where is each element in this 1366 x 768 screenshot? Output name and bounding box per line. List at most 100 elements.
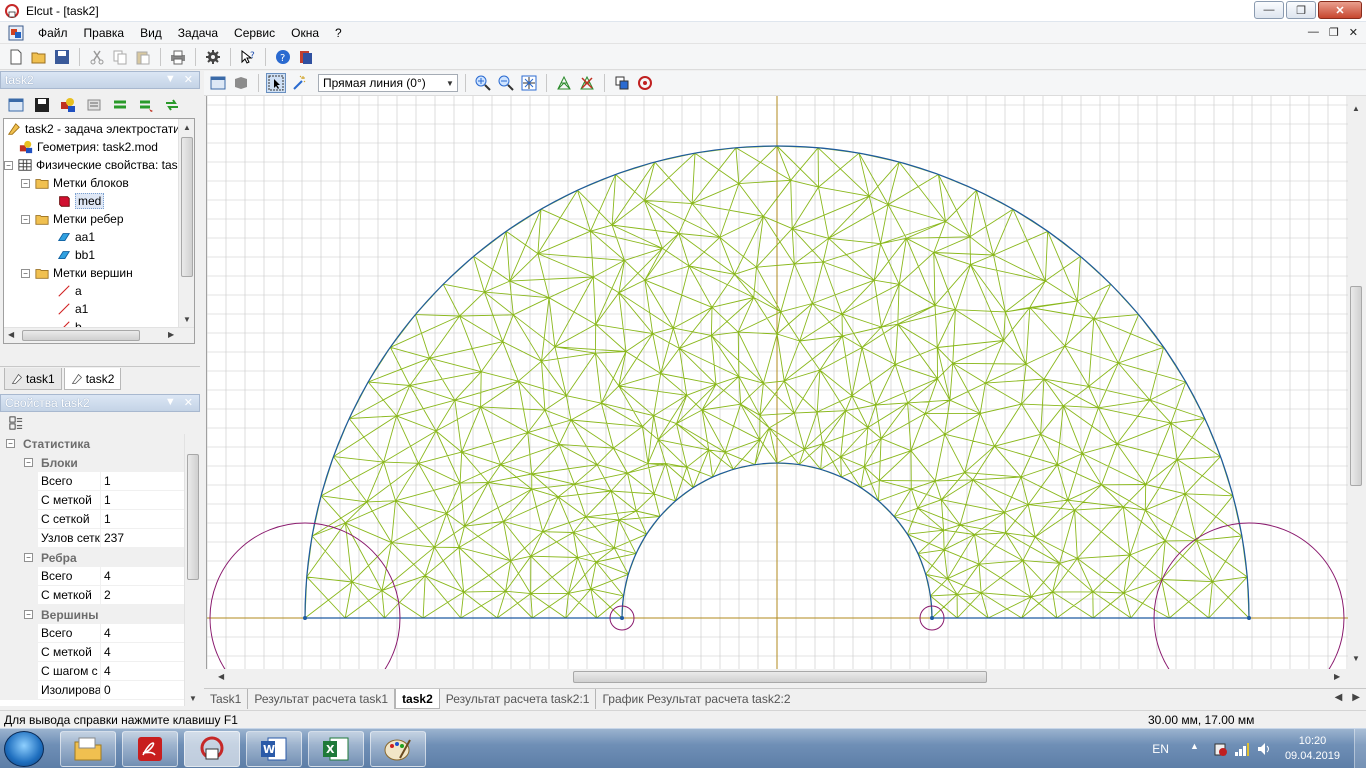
tree-scroll-thumb[interactable] <box>181 137 193 277</box>
tree-item-edge-labels[interactable]: − Метки ребер <box>21 210 124 228</box>
tab-results-task2-1[interactable]: Результат расчета task2:1 <box>440 689 597 709</box>
pane-close-icon[interactable]: ✕ <box>184 73 193 86</box>
mdi-close-button[interactable]: ✕ <box>1349 26 1358 39</box>
scroll-down-icon[interactable]: ▼ <box>189 694 197 703</box>
view-vertical-scrollbar[interactable]: ▲ ▼ <box>1348 96 1364 669</box>
prop-row[interactable]: С меткой 2 <box>0 586 184 605</box>
tree-item-geometry[interactable]: Геометрия: task2.mod <box>18 138 158 156</box>
collapse-icon[interactable]: − <box>21 268 30 278</box>
volume-icon[interactable] <box>1256 741 1272 757</box>
tab-task1-model[interactable]: Task1 <box>204 689 249 709</box>
collapse-icon[interactable]: − <box>21 178 30 188</box>
prop-category-blocks[interactable]: − Блоки <box>0 453 184 472</box>
paint-taskbar-icon[interactable] <box>370 731 426 767</box>
scroll-down-icon[interactable]: ▼ <box>183 315 191 324</box>
prop-row[interactable]: С меткой 4 <box>0 643 184 662</box>
line-type-dropdown[interactable]: Прямая линия (0°) ▼ <box>318 74 458 92</box>
elcut-app-icon[interactable] <box>4 3 20 19</box>
mdi-minimize-button[interactable]: — <box>1308 26 1319 39</box>
menu-file[interactable]: Файл <box>30 22 76 44</box>
tree-item-block-labels[interactable]: − Метки блоков <box>21 174 129 192</box>
collapse-icon[interactable]: − <box>24 553 33 562</box>
prop-row[interactable]: Всего 4 <box>0 567 184 586</box>
prop-row[interactable]: Всего 4 <box>0 624 184 643</box>
tab-plot-task2-2[interactable]: График Результат расчета task2:2 <box>596 689 796 709</box>
elcut-taskbar-icon[interactable] <box>184 731 240 767</box>
collapse-icon[interactable]: − <box>24 458 33 467</box>
save-icon[interactable] <box>52 47 72 67</box>
zoom-in-icon[interactable] <box>473 73 493 93</box>
properties-icon[interactable] <box>84 95 104 115</box>
show-hidden-icons-icon[interactable]: ▲ <box>1190 741 1206 757</box>
geometry-view[interactable] <box>207 96 1348 669</box>
network-icon[interactable] <box>1234 741 1250 757</box>
show-desktop-button[interactable] <box>1354 729 1366 768</box>
close-button[interactable]: ✕ <box>1318 1 1362 19</box>
properties-scroll-thumb[interactable] <box>187 454 199 580</box>
properties-vertical-scrollbar[interactable]: ▼ <box>184 434 200 706</box>
minimize-button[interactable]: — <box>1254 1 1284 19</box>
save-problem-icon[interactable] <box>32 95 52 115</box>
view-horizontal-scrollbar[interactable]: ◀ ▶ <box>206 669 1348 685</box>
prop-category-edges[interactable]: − Ребра <box>0 548 184 567</box>
solve-icon[interactable] <box>110 95 130 115</box>
window-icon[interactable] <box>208 73 228 93</box>
tab-task2[interactable]: task2 <box>63 368 122 390</box>
view-scroll-thumb[interactable] <box>1350 286 1362 486</box>
scroll-up-icon[interactable]: ▲ <box>1352 104 1360 113</box>
document-icon[interactable] <box>8 25 24 41</box>
collapse-icon[interactable]: − <box>6 439 15 448</box>
tree-vertical-scrollbar[interactable]: ▲ ▼ <box>178 119 194 327</box>
tab-next-icon[interactable]: ▶ <box>1352 692 1360 703</box>
remove-mesh-icon[interactable] <box>577 73 597 93</box>
tree-item-aa1[interactable]: aa1 <box>56 228 95 246</box>
categorized-icon[interactable] <box>6 413 26 433</box>
tab-task1[interactable]: task1 <box>4 368 62 390</box>
scroll-right-icon[interactable]: ▶ <box>168 330 174 339</box>
paste-icon[interactable] <box>133 47 153 67</box>
collapse-icon[interactable]: − <box>21 214 30 224</box>
stop-icon[interactable] <box>635 73 655 93</box>
tree-item-problem[interactable]: task2 - задача электростатики <box>6 120 192 138</box>
menu-help[interactable]: ? <box>327 22 350 44</box>
results-icon[interactable] <box>136 95 156 115</box>
prop-row[interactable]: С шагом с4 <box>0 662 184 681</box>
tab-task2-model[interactable]: task2 <box>395 689 440 709</box>
build-mesh-icon[interactable] <box>554 73 574 93</box>
pane-close-icon[interactable]: ✕ <box>184 396 193 409</box>
language-indicator[interactable]: EN <box>1152 742 1169 756</box>
refresh-icon[interactable] <box>162 95 182 115</box>
magic-wand-icon[interactable] <box>289 73 309 93</box>
mdi-restore-button[interactable]: ❐ <box>1329 26 1339 39</box>
gear-icon[interactable] <box>203 47 223 67</box>
context-help-icon[interactable]: ? <box>238 47 258 67</box>
scroll-up-icon[interactable]: ▲ <box>183 123 191 132</box>
menu-tools[interactable]: Сервис <box>226 22 283 44</box>
tree-item-vertex-labels[interactable]: − Метки вершин <box>21 264 133 282</box>
pane-dropdown-icon[interactable]: ▼ <box>165 396 176 409</box>
new-problem-icon[interactable] <box>6 95 26 115</box>
collapse-icon[interactable]: − <box>24 610 33 619</box>
geometry-icon[interactable] <box>58 95 78 115</box>
open-folder-icon[interactable] <box>29 47 49 67</box>
word-taskbar-icon[interactable]: W <box>246 731 302 767</box>
chevron-down-icon[interactable]: ▼ <box>443 75 457 91</box>
block-mode-icon[interactable] <box>231 73 251 93</box>
tree-hscroll-thumb[interactable] <box>22 330 140 341</box>
cut-icon[interactable] <box>87 47 107 67</box>
action-center-icon[interactable] <box>1212 741 1228 757</box>
prop-row[interactable]: Изолирова 0 <box>0 681 184 700</box>
collapse-icon[interactable]: − <box>4 160 13 170</box>
help-icon[interactable]: ? <box>273 47 293 67</box>
pane-dropdown-icon[interactable]: ▼ <box>165 73 176 86</box>
tree-item-bb1[interactable]: bb1 <box>56 246 95 264</box>
pdf-taskbar-icon[interactable] <box>122 731 178 767</box>
menu-view[interactable]: Вид <box>132 22 170 44</box>
copy-view-icon[interactable] <box>612 73 632 93</box>
scroll-down-icon[interactable]: ▼ <box>1352 654 1360 663</box>
select-mode-icon[interactable] <box>266 73 286 93</box>
prop-row[interactable]: С меткой 1 <box>0 491 184 510</box>
model-canvas[interactable] <box>206 96 1348 669</box>
scroll-left-icon[interactable]: ◀ <box>8 330 14 339</box>
scroll-right-icon[interactable]: ▶ <box>1334 672 1340 681</box>
